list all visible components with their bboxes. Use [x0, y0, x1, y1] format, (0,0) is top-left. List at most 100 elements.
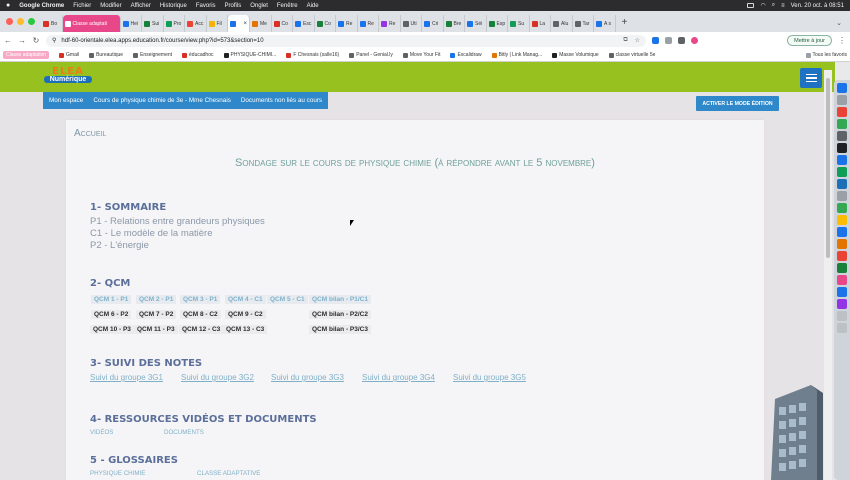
browser-tab[interactable]: Me — [250, 15, 272, 32]
dock-app-icon[interactable] — [837, 287, 847, 297]
browser-tab[interactable]: Bo — [41, 15, 63, 32]
bookmark-item[interactable]: F Chesnais (salle16) — [286, 52, 339, 58]
qcm-7[interactable]: QCM 7 - P2 — [136, 310, 177, 319]
minimize-window-button[interactable] — [17, 18, 24, 25]
menu-favoris[interactable]: Favoris — [196, 3, 216, 9]
puzzle-icon[interactable] — [678, 37, 685, 44]
qcm-10[interactable]: QCM 10 - P3 — [90, 325, 134, 334]
menu-modifier[interactable]: Modifier — [100, 3, 121, 9]
dock-app-icon[interactable] — [837, 251, 847, 261]
apple-icon[interactable]: ● — [6, 2, 10, 9]
dock-app-icon[interactable] — [837, 191, 847, 201]
dock-app-icon[interactable] — [837, 83, 847, 93]
qcm-1[interactable]: QCM 1 - P1 — [91, 295, 132, 304]
dock-app-icon[interactable] — [837, 119, 847, 129]
bookmark-item[interactable]: Gmail — [59, 52, 79, 58]
menu-afficher[interactable]: Afficher — [131, 3, 151, 9]
qcm-bilan-p2c2[interactable]: QCM bilan - P2/C2 — [309, 310, 371, 319]
extension-v-icon[interactable] — [652, 37, 659, 44]
dock-app-icon[interactable] — [837, 311, 847, 321]
survey-link[interactable]: Sondage sur le cours de physique chimie … — [66, 157, 764, 169]
scrollbar-thumb[interactable] — [826, 78, 830, 258]
browser-tab[interactable]: Co — [315, 15, 336, 32]
page-scrollbar[interactable] — [824, 70, 832, 480]
qcm-bilan-p3c3[interactable]: QCM bilan - P3/C3 — [309, 325, 371, 334]
profile-avatar[interactable] — [691, 37, 698, 44]
suivi-link-3g3[interactable]: Suivi du groupe 3G3 — [271, 373, 344, 382]
dock-app-icon[interactable] — [837, 215, 847, 225]
browser-tab[interactable]: Re — [358, 15, 379, 32]
suivi-link-3g2[interactable]: Suivi du groupe 3G2 — [181, 373, 254, 382]
browser-tab[interactable]: Tar — [573, 15, 594, 32]
videos-link[interactable]: VIDÉOS — [90, 429, 113, 436]
open-in-app-icon[interactable]: ⧉ — [623, 37, 627, 44]
bookmark-item[interactable]: Classe adaptation — [3, 51, 50, 59]
battery-icon[interactable] — [747, 3, 755, 8]
qcm-4[interactable]: QCM 4 - C1 — [225, 295, 266, 304]
qcm-bilan-p1c1[interactable]: QCM bilan - P1/C1 — [309, 295, 371, 304]
qcm-3[interactable]: QCM 3 - P1 — [180, 295, 221, 304]
bookmark-item[interactable]: Excalidraw — [450, 52, 482, 58]
browser-tab[interactable]: La — [530, 15, 551, 32]
dock-app-icon[interactable] — [837, 167, 847, 177]
bookmark-item[interactable]: PHYSIQUE-CHIMI... — [223, 52, 276, 58]
new-tab-button[interactable]: + — [622, 17, 628, 28]
address-bar[interactable]: ⚲ hdf-60-orientale.elea.apps.education.f… — [46, 34, 646, 47]
edit-mode-button[interactable]: ACTIVER LE MODE ÉDITION — [696, 96, 779, 111]
menubar-app-name[interactable]: Google Chrome — [19, 3, 64, 9]
dock-app-icon[interactable] — [837, 179, 847, 189]
sommaire-item-p1[interactable]: P1 - Relations entre grandeurs physiques — [90, 216, 265, 228]
more-menu-icon[interactable]: ⋮ — [838, 36, 846, 45]
bookmark-item[interactable]: Bureautique — [89, 52, 123, 58]
qcm-12[interactable]: QCM 12 - C3 — [179, 325, 224, 334]
qcm-9[interactable]: QCM 9 - C2 — [225, 310, 266, 319]
menu-onglet[interactable]: Onglet — [250, 3, 268, 9]
dock-app-icon[interactable] — [837, 239, 847, 249]
reload-icon[interactable]: ↻ — [32, 36, 40, 45]
browser-tab[interactable]: Co — [272, 15, 293, 32]
elea-logo[interactable]: ELEA Numérique — [44, 66, 92, 90]
bookmark-item[interactable]: Masse Volumique — [552, 52, 599, 58]
qcm-5[interactable]: QCM 5 - C1 — [267, 295, 308, 304]
zoom-window-button[interactable] — [28, 18, 35, 25]
back-icon[interactable]: ← — [4, 36, 12, 45]
browser-tab[interactable]: Acc — [185, 15, 207, 32]
menu-fichier[interactable]: Fichier — [73, 3, 91, 9]
menu-fenetre[interactable]: Fenêtre — [277, 3, 298, 9]
all-bookmarks-folder[interactable]: Tous les favoris — [805, 52, 847, 58]
dock-app-icon[interactable] — [837, 275, 847, 285]
browser-tab[interactable]: × — [228, 15, 250, 32]
suivi-link-3g4[interactable]: Suivi du groupe 3G4 — [362, 373, 435, 382]
forward-icon[interactable]: → — [18, 36, 26, 45]
site-info-icon[interactable]: ⚲ — [52, 37, 56, 44]
browser-tab[interactable]: Su — [508, 15, 530, 32]
url-text[interactable]: hdf-60-orientale.elea.apps.education.fr/… — [61, 38, 263, 44]
bookmark-item[interactable]: éducadhoc — [182, 52, 214, 58]
glossaire-classe-link[interactable]: CLASSE ADAPTATIVE — [197, 470, 260, 477]
browser-tab[interactable]: Alu — [551, 15, 573, 32]
control-center-icon[interactable]: ≡ — [781, 3, 785, 9]
dock-app-icon[interactable] — [837, 155, 847, 165]
update-button[interactable]: Mettre à jour — [787, 35, 832, 46]
suivi-link-3g1[interactable]: Suivi du groupe 3G1 — [90, 373, 163, 382]
browser-tab[interactable]: Re — [379, 15, 401, 32]
browser-tab[interactable]: A s — [594, 15, 616, 32]
browser-tab[interactable]: Re — [336, 15, 358, 32]
browser-tab[interactable]: Classe adaptati — [62, 15, 121, 32]
suivi-link-3g5[interactable]: Suivi du groupe 3G5 — [453, 373, 526, 382]
bookmark-item[interactable]: Panel - Genial.ly — [349, 52, 393, 58]
bookmark-item[interactable]: Move Your Fit — [402, 52, 440, 58]
glossaire-physique-link[interactable]: PHYSIQUE CHIMIE — [90, 470, 145, 477]
tab-search-icon[interactable]: ⌄ — [836, 19, 842, 27]
browser-tab[interactable]: Cri — [422, 15, 444, 32]
breadcrumb-mon-espace[interactable]: Mon espace — [49, 97, 83, 104]
dock-app-icon[interactable] — [837, 143, 847, 153]
browser-tab[interactable]: Fil — [207, 15, 228, 32]
dock-app-icon[interactable] — [837, 95, 847, 105]
browser-tab[interactable]: Pro — [164, 15, 185, 32]
sommaire-item-c1[interactable]: C1 - Le modèle de la matière — [90, 228, 213, 240]
wifi-icon[interactable]: ◠ — [760, 2, 765, 9]
breadcrumb-section[interactable]: Documents non liés au cours — [241, 97, 322, 104]
dock-app-icon[interactable] — [837, 131, 847, 141]
sommaire-item-p2[interactable]: P2 - L'énergie — [90, 240, 149, 252]
